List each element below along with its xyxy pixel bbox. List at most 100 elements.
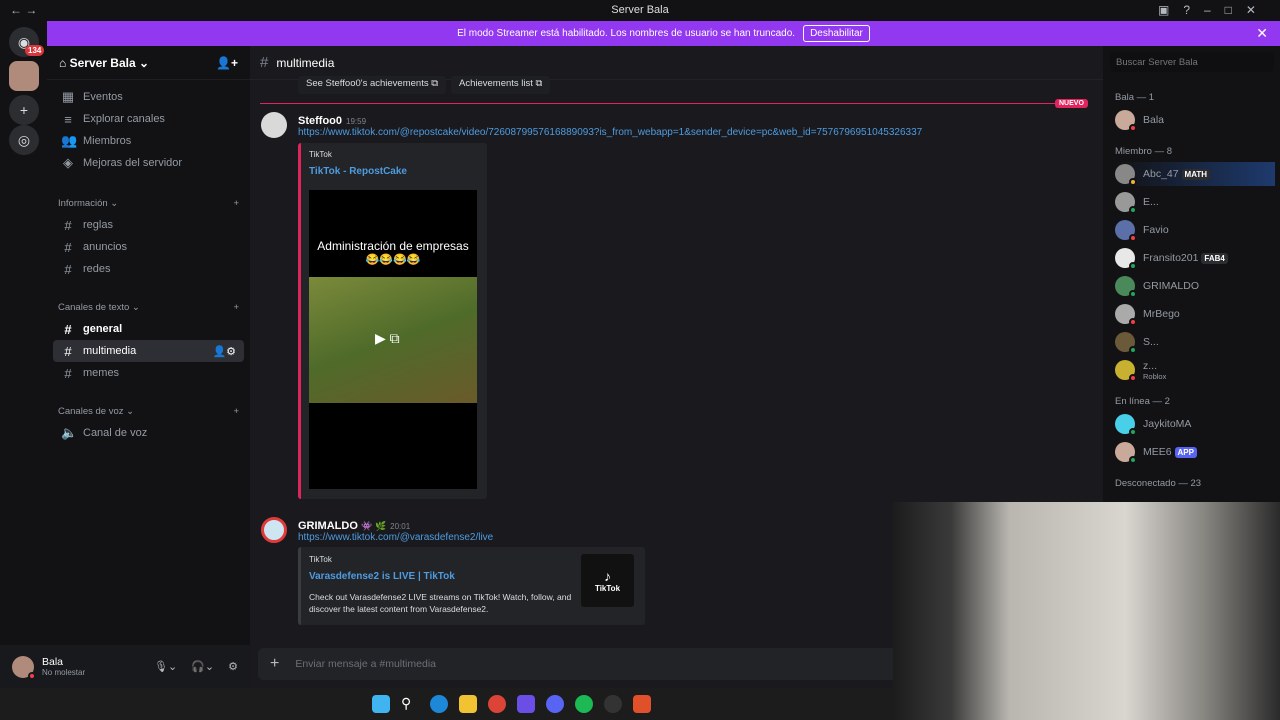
channel-label: general — [83, 323, 123, 335]
member-item[interactable]: S... — [1115, 330, 1275, 354]
user-status: No molestar — [42, 668, 86, 677]
member-activity: Roblox — [1143, 371, 1167, 381]
nav-eventos[interactable]: ▦ Eventos — [53, 86, 244, 108]
author-name[interactable]: GRIMALDO — [298, 520, 358, 532]
channel-memes[interactable]: # memes — [53, 362, 244, 384]
avatar — [1115, 110, 1137, 132]
member-item[interactable]: MEE6 APP — [1115, 440, 1275, 464]
nav-mejoras[interactable]: ◈ Mejoras del servidor — [53, 152, 244, 174]
start-icon[interactable] — [372, 695, 390, 713]
message-link[interactable]: https://www.tiktok.com/@varasdefense2/li… — [298, 532, 493, 543]
discord-icon[interactable] — [546, 695, 564, 713]
member-tag: MATH — [1181, 169, 1211, 180]
invite-icon[interactable]: 👤+ — [216, 56, 238, 70]
hash-icon: # — [260, 54, 269, 71]
nav-explorar[interactable]: ≡ Explorar canales — [53, 108, 244, 130]
nav-miembros[interactable]: 👥 Miembros — [53, 130, 244, 152]
status-indicator — [1129, 124, 1137, 132]
channel-general[interactable]: # general — [53, 318, 244, 340]
channel-title: multimedia — [276, 55, 335, 70]
channel-reglas[interactable]: # reglas — [53, 214, 244, 236]
video-caption: Administración de empresas — [317, 239, 469, 253]
member-item[interactable]: Favio — [1115, 218, 1275, 242]
channel-sidebar: ⌂ Server Bala ⌄ 👤+ ▦ Eventos ≡ Explorar can… — [47, 46, 250, 645]
server-header[interactable]: ⌂ Server Bala ⌄ 👤+ — [47, 46, 250, 80]
embed-title[interactable]: TikTok - RepostCake — [309, 166, 407, 177]
edge-icon[interactable] — [430, 695, 448, 713]
chrome-icon[interactable] — [488, 695, 506, 713]
category-voz[interactable]: Canales de voz ⌄ + — [47, 400, 250, 422]
streamer-mode-banner: El modo Streamer está habilitado. Los no… — [47, 21, 1280, 46]
obs-icon[interactable] — [604, 695, 622, 713]
server-icon-bala[interactable] — [9, 61, 39, 91]
headphones-icon[interactable]: 🎧⌄ — [191, 660, 214, 673]
member-tag: APP — [1174, 447, 1197, 458]
browse-icon: ≡ — [64, 111, 72, 127]
member-item[interactable]: Bala — [1115, 108, 1275, 132]
apps-icon[interactable] — [517, 695, 535, 713]
hash-icon: # — [64, 261, 72, 277]
member-item[interactable]: E... — [1115, 190, 1275, 214]
channel-redes[interactable]: # redes — [53, 258, 244, 280]
close-icon[interactable]: ✕ — [1256, 25, 1268, 42]
category-texto[interactable]: Canales de texto ⌄ + — [47, 296, 250, 318]
spotify-icon[interactable] — [575, 695, 593, 713]
notification-badge: 134 — [25, 45, 45, 56]
achievements-button[interactable]: See Steffoo0's achievements ⧉ — [298, 76, 447, 94]
channel-multimedia[interactable]: # multimedia 👤⚙ — [53, 340, 244, 362]
speaker-icon: 🔈 — [61, 425, 78, 440]
brave-icon[interactable] — [633, 695, 651, 713]
channel-anuncios[interactable]: # anuncios — [53, 236, 244, 258]
embed-title[interactable]: Varasdefense2 is LIVE | TikTok — [309, 571, 455, 582]
gear-icon[interactable]: ⚙ — [228, 660, 238, 673]
play-icon[interactable]: ▶ ⧉ — [375, 330, 400, 347]
member-name: MEE6 — [1143, 446, 1172, 458]
search-icon[interactable]: ⚲ — [401, 695, 419, 713]
add-channel-icon[interactable]: + — [233, 406, 239, 417]
avatar[interactable] — [12, 655, 36, 680]
discover-icon[interactable]: ◎ — [9, 125, 39, 155]
nav-label: Eventos — [83, 91, 123, 103]
author-name[interactable]: Steffoo0 — [298, 115, 342, 127]
server-rail: ◉ 134 + ◎ — [0, 21, 47, 688]
channel-voz[interactable]: 🔈 Canal de voz — [53, 422, 244, 444]
avatar[interactable] — [261, 517, 287, 543]
message-input[interactable] — [295, 658, 796, 670]
add-channel-icon[interactable]: + — [233, 198, 239, 209]
member-item[interactable]: z... Roblox — [1115, 358, 1275, 382]
member-item[interactable]: Abc_47 MATH — [1115, 162, 1275, 186]
member-name: Abc_47 — [1143, 168, 1179, 180]
member-item[interactable]: JaykitoMA — [1115, 412, 1275, 436]
plus-icon[interactable]: + — [270, 655, 279, 673]
message-link[interactable]: https://www.tiktok.com/@repostcake/video… — [298, 127, 922, 138]
category-informacion[interactable]: Información ⌄ + — [47, 192, 250, 214]
achievements-list-button[interactable]: Achievements list ⧉ — [451, 76, 551, 94]
member-name: GRIMALDO — [1143, 280, 1200, 292]
hash-icon: # — [64, 343, 72, 359]
discord-home-icon[interactable]: ◉ 134 — [9, 27, 45, 57]
window-controls[interactable]: ▣?–□✕ — [1158, 3, 1270, 17]
video-player[interactable]: Administración de empresas 😂😂😂😂 ▶ ⧉ — [309, 190, 477, 489]
member-item[interactable]: GRIMALDO — [1115, 274, 1275, 298]
status-indicator — [1129, 318, 1137, 326]
microphone-icon[interactable]: 🎙⌄ — [154, 660, 177, 673]
member-item[interactable]: Fransito201 FAB4 — [1115, 246, 1275, 270]
file-explorer-icon[interactable] — [459, 695, 477, 713]
avatar[interactable] — [261, 112, 287, 138]
user-panel: Bala No molestar 🎙⌄ 🎧⌄ ⚙ — [0, 645, 250, 688]
avatar — [1115, 220, 1137, 242]
channel-settings-icon[interactable]: 👤⚙ — [212, 345, 236, 358]
add-channel-icon[interactable]: + — [233, 302, 239, 313]
add-server-icon[interactable]: + — [9, 95, 39, 125]
avatar — [1115, 164, 1137, 186]
category-label: Canales de texto — [58, 301, 130, 313]
status-indicator — [1129, 206, 1137, 214]
status-indicator — [1129, 456, 1137, 464]
timestamp: 20:01 — [390, 522, 411, 531]
message-header: Steffoo0 19:59 — [298, 113, 366, 127]
member-item[interactable]: MrBego — [1115, 302, 1275, 326]
search-input[interactable] — [1110, 52, 1274, 72]
video-emoji: 😂😂😂😂 — [365, 254, 421, 266]
server-icon: ⌂ — [59, 55, 70, 70]
disable-streamer-button[interactable]: Deshabilitar — [803, 25, 870, 42]
